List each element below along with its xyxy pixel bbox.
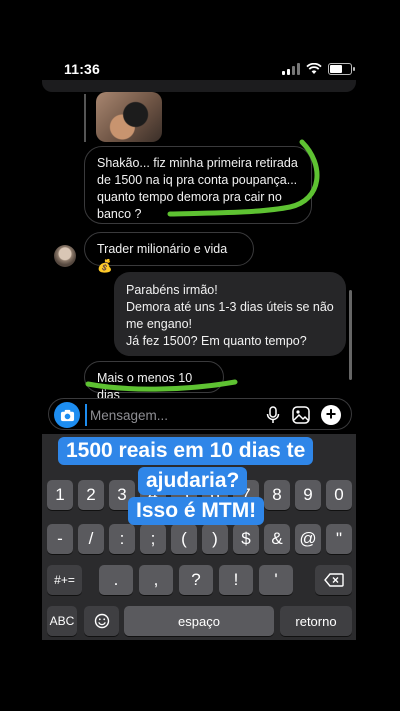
backspace-key[interactable] (315, 565, 352, 595)
wifi-icon (306, 63, 322, 74)
key-exclamation[interactable]: ! (219, 565, 253, 595)
key-ampersand[interactable]: & (264, 524, 290, 554)
plus-icon: + (321, 405, 341, 425)
camera-icon (60, 409, 74, 421)
signal-icon (282, 63, 300, 75)
message-bubble-incoming[interactable]: Mais o menos 10 dias (84, 361, 224, 400)
key-slash[interactable]: / (78, 524, 104, 554)
key-comma[interactable]: , (139, 565, 173, 595)
space-key[interactable]: espaço (124, 606, 274, 636)
battery-icon (328, 63, 355, 75)
backspace-icon (323, 573, 344, 587)
emoji-key[interactable] (84, 606, 119, 636)
key-quote[interactable]: " (326, 524, 352, 554)
status-bar: 11:36 (42, 60, 356, 78)
message-bubble-incoming[interactable]: Trader milionário e vida💰 (84, 232, 254, 273)
key-9[interactable]: 9 (295, 480, 321, 510)
key-1[interactable]: 1 (47, 480, 73, 510)
gallery-icon (292, 406, 310, 424)
key-abc[interactable]: ABC (47, 606, 77, 636)
key-2[interactable]: 2 (78, 480, 104, 510)
message-bubble-incoming[interactable]: Shakão... fiz minha primeira retirada de… (84, 146, 312, 224)
key-open-paren[interactable]: ( (171, 524, 197, 554)
message-composer: + (48, 398, 352, 430)
caption-line-2: ajudaria? (138, 467, 248, 495)
key-more-symbols[interactable]: #+= (47, 565, 82, 595)
microphone-icon (266, 406, 280, 423)
status-time: 11:36 (64, 61, 101, 77)
microphone-button[interactable] (263, 405, 283, 425)
key-0[interactable]: 0 (326, 480, 352, 510)
key-hyphen[interactable]: - (47, 524, 73, 554)
key-colon[interactable]: : (109, 524, 135, 554)
status-icons (282, 63, 355, 75)
emoji-icon (94, 613, 109, 629)
key-close-paren[interactable]: ) (202, 524, 228, 554)
shared-photo-thumbnail[interactable] (96, 92, 162, 142)
avatar[interactable] (54, 245, 76, 267)
key-question[interactable]: ? (179, 565, 213, 595)
return-key[interactable]: retorno (280, 606, 352, 636)
key-dollar[interactable]: $ (233, 524, 259, 554)
caption-line-3: Isso é MTM! (128, 497, 265, 525)
reply-indicator-line (84, 94, 86, 142)
camera-button[interactable] (54, 402, 80, 428)
key-period[interactable]: . (99, 565, 133, 595)
key-semicolon[interactable]: ; (140, 524, 166, 554)
gallery-button[interactable] (291, 405, 311, 425)
caption-line-1: 1500 reais em 10 dias te (58, 437, 314, 465)
key-8[interactable]: 8 (264, 480, 290, 510)
key-apostrophe[interactable]: ' (259, 565, 293, 595)
message-bubble-outgoing[interactable]: Parabéns irmão! Demora até uns 1-3 dias … (114, 272, 346, 356)
chat-thread[interactable]: Shakão... fiz minha primeira retirada de… (42, 80, 356, 400)
chat-header-edge (42, 80, 356, 92)
key-at[interactable]: @ (295, 524, 321, 554)
plus-button[interactable]: + (321, 405, 341, 425)
scroll-indicator[interactable] (349, 290, 352, 380)
message-input[interactable] (85, 404, 255, 426)
